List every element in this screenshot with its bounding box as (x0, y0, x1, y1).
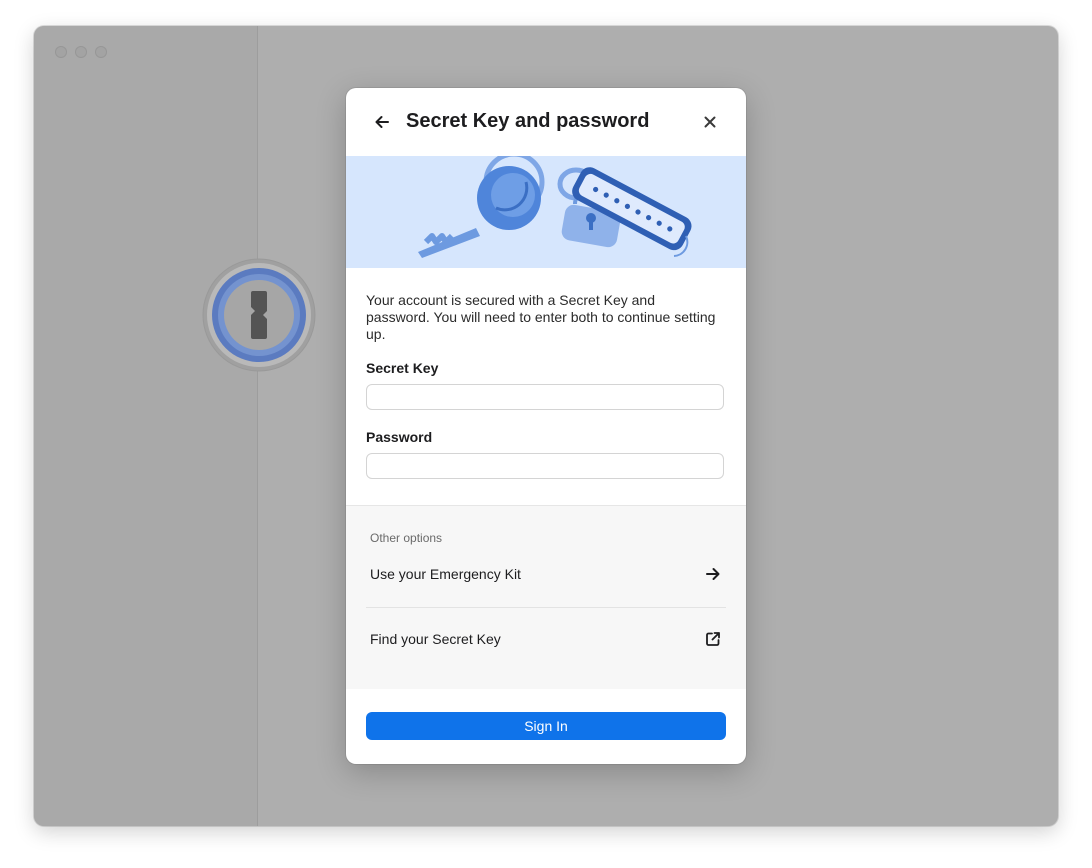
external-link-icon (704, 630, 722, 648)
arrow-left-icon (375, 116, 389, 128)
back-button[interactable] (370, 110, 394, 134)
close-window-button[interactable] (55, 46, 67, 58)
find-secret-key-label: Find your Secret Key (370, 631, 501, 647)
password-label: Password (366, 429, 433, 445)
close-icon (704, 116, 716, 128)
close-button[interactable] (698, 110, 722, 134)
sign-in-dialog: Secret Key and password Your account is … (346, 88, 746, 764)
1password-logo-icon (202, 258, 316, 372)
emergency-kit-label: Use your Emergency Kit (370, 566, 521, 582)
secret-key-label: Secret Key (366, 360, 439, 376)
password-input[interactable] (366, 453, 724, 479)
minimize-window-button[interactable] (75, 46, 87, 58)
other-options-heading: Other options (370, 531, 443, 545)
find-secret-key-option[interactable]: Find your Secret Key (366, 615, 726, 665)
dialog-header: Secret Key and password (346, 88, 746, 156)
keys-illustration (346, 151, 746, 268)
emergency-kit-option[interactable]: Use your Emergency Kit (366, 550, 726, 600)
description-text: Your account is secured with a Secret Ke… (366, 292, 716, 342)
sidebar (34, 26, 258, 826)
options-divider (366, 607, 726, 608)
dialog-title: Secret Key and password (406, 110, 650, 132)
secret-key-input[interactable] (366, 384, 724, 410)
other-options-section: Other options Use your Emergency Kit Fin… (346, 505, 746, 689)
zoom-window-button[interactable] (95, 46, 107, 58)
arrow-right-icon (704, 565, 722, 583)
sign-in-button[interactable]: Sign In (366, 712, 726, 740)
